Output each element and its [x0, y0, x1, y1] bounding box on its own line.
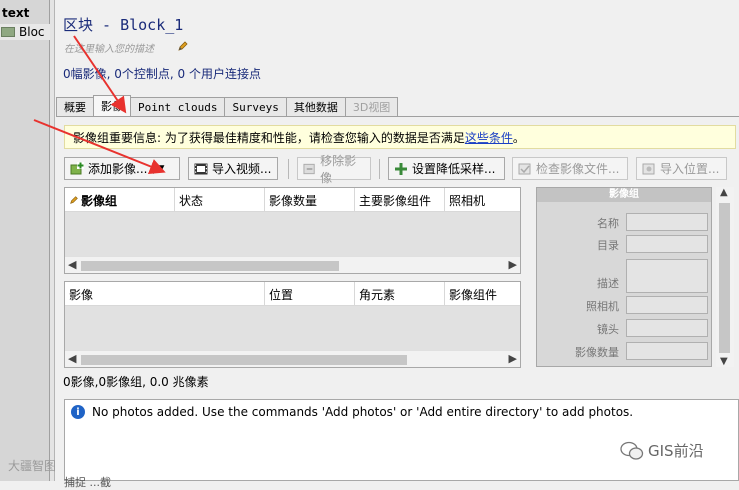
prop-camera-field[interactable] — [626, 296, 708, 314]
tab-other-data[interactable]: 其他数据 — [285, 97, 346, 116]
column-header-photo-count[interactable]: 影像数量 — [265, 188, 355, 212]
prop-lens-field[interactable] — [626, 319, 708, 337]
prop-label: 镜头 — [597, 323, 619, 336]
prop-label: 目录 — [597, 239, 619, 252]
tab-general[interactable]: 概要 — [56, 97, 94, 116]
tree-item-block[interactable]: Bloc — [0, 24, 50, 40]
column-header-status[interactable]: 状态 — [175, 188, 265, 212]
block-title: 区块 - Block_1 — [63, 16, 184, 34]
set-downsampling-label: 设置降低采样... — [412, 162, 496, 176]
column-header-photo[interactable]: 影像 — [65, 282, 265, 306]
info-bar-suffix: 。 — [512, 130, 525, 145]
info-bar: 影像组重要信息: 为了获得最佳精度和性能，请检查您输入的数据是否满足 这些条件 … — [64, 125, 736, 149]
wechat-icon — [620, 441, 644, 460]
check-image-files-label: 检查影像文件... — [536, 162, 620, 176]
watermark-text: GIS前沿 — [648, 442, 704, 460]
prop-label: 名称 — [597, 217, 619, 230]
add-photos-label: 添加影像... — [88, 162, 148, 176]
scrollbar-thumb[interactable] — [81, 261, 339, 271]
vertical-scrollbar[interactable]: ▲ ▼ — [716, 187, 734, 367]
block-summary: 0幅影像, 0个控制点, 0 个用户连接点 — [63, 67, 261, 81]
tab-3d-view[interactable]: 3D视图 — [344, 97, 399, 116]
cut-off-label: 捕捉 ...截 — [64, 476, 111, 489]
photogroup-properties-panel: 影像组 名称 目录 描述 照相机 镜头 影像数量 — [536, 187, 712, 367]
remove-photos-label: 移除影像 — [320, 153, 357, 185]
watermark: 大疆智图 — [8, 457, 56, 474]
photos-toolbar: 添加影像... ▼ 导入视频... 移除影像 设置降低采样... 检查影像文件.… — [64, 154, 739, 185]
scroll-right-icon[interactable]: ▶ — [509, 258, 517, 271]
photos-stats: 0影像,0影像组, 0.0 兆像素 — [63, 375, 209, 389]
toolbar-separator — [379, 159, 380, 179]
check-image-files-button[interactable]: 检查影像文件... — [512, 157, 628, 180]
tab-divider — [56, 116, 739, 117]
scrollbar-thumb[interactable] — [719, 203, 730, 353]
prop-name-field[interactable] — [626, 213, 708, 231]
tab-photos[interactable]: 影像 — [93, 95, 131, 116]
import-positions-icon — [642, 163, 655, 174]
tree-header: text — [2, 6, 30, 20]
scroll-right-icon[interactable]: ▶ — [509, 352, 517, 365]
conditions-link[interactable]: 这些条件 — [465, 129, 513, 146]
prop-photo-count-field[interactable] — [626, 342, 708, 360]
prop-directory-field[interactable] — [626, 235, 708, 253]
left-tree-panel: text Bloc — [0, 0, 50, 481]
info-message: i No photos added. Use the commands 'Add… — [71, 405, 633, 419]
block-icon — [1, 27, 15, 37]
photo-table-header: 影像 位置 角元素 影像组件 — [65, 282, 520, 306]
scroll-left-icon[interactable]: ◀ — [68, 258, 76, 271]
column-header-photogroup[interactable]: 影像组 — [65, 188, 175, 212]
tab-surveys[interactable]: Surveys — [224, 97, 287, 116]
column-header-position[interactable]: 位置 — [265, 282, 355, 306]
scroll-up-icon[interactable]: ▲ — [720, 187, 728, 198]
set-downsampling-button[interactable]: 设置降低采样... — [388, 157, 505, 180]
import-positions-button[interactable]: 导入位置... — [636, 157, 727, 180]
photogroup-table-header: 影像组 状态 影像数量 主要影像组件 照相机 — [65, 188, 520, 212]
prop-label: 影像数量 — [575, 346, 619, 359]
tab-point-clouds[interactable]: Point clouds — [130, 97, 226, 116]
scroll-left-icon[interactable]: ◀ — [68, 352, 76, 365]
tab-bar: 概要 影像 Point clouds Surveys 其他数据 3D视图 — [56, 95, 399, 116]
column-header-component[interactable]: 影像组件 — [445, 282, 520, 306]
pencil-icon[interactable] — [177, 40, 189, 52]
tree-item-label: Bloc — [19, 25, 45, 39]
photo-table: 影像 位置 角元素 影像组件 ◀ ▶ — [64, 281, 521, 368]
horizontal-scrollbar[interactable]: ◀ ▶ — [65, 256, 520, 273]
info-bar-text: 影像组重要信息: 为了获得最佳精度和性能，请检查您输入的数据是否满足 — [73, 130, 465, 145]
watermark: GIS前沿 — [620, 440, 704, 461]
column-header-main-component[interactable]: 主要影像组件 — [355, 188, 445, 212]
prop-label: 照相机 — [586, 300, 619, 313]
film-icon — [194, 163, 208, 174]
import-positions-label: 导入位置... — [660, 162, 720, 176]
panel-splitter[interactable] — [50, 0, 55, 481]
horizontal-scrollbar[interactable]: ◀ ▶ — [65, 350, 520, 367]
remove-photo-icon — [303, 163, 315, 174]
scroll-down-icon[interactable]: ▼ — [720, 356, 728, 367]
check-files-icon — [518, 163, 531, 174]
prop-label: 描述 — [597, 277, 619, 290]
description-field[interactable]: 在这里输入您的描述 — [64, 40, 154, 55]
info-message-text: No photos added. Use the commands 'Add p… — [92, 405, 634, 419]
pencil-icon — [70, 196, 78, 204]
chevron-down-icon[interactable]: ▼ — [153, 163, 164, 174]
downsampling-icon — [395, 162, 407, 175]
import-video-button[interactable]: 导入视频... — [188, 157, 278, 180]
column-header-rotation[interactable]: 角元素 — [355, 282, 445, 306]
column-header-camera[interactable]: 照相机 — [445, 188, 520, 212]
scrollbar-thumb[interactable] — [81, 355, 407, 365]
add-photos-button[interactable]: 添加影像... ▼ — [64, 157, 180, 180]
watermark-text: 大疆智图 — [8, 459, 57, 473]
remove-photos-button[interactable]: 移除影像 — [297, 154, 371, 185]
add-photo-icon — [70, 161, 84, 174]
properties-title: 影像组 — [537, 188, 711, 202]
info-icon: i — [71, 405, 85, 419]
photogroup-table: 影像组 状态 影像数量 主要影像组件 照相机 ◀ ▶ — [64, 187, 521, 274]
toolbar-separator — [288, 159, 289, 179]
import-video-label: 导入视频... — [212, 162, 272, 176]
column-label: 影像组 — [81, 193, 118, 208]
prop-description-field[interactable] — [626, 259, 708, 293]
